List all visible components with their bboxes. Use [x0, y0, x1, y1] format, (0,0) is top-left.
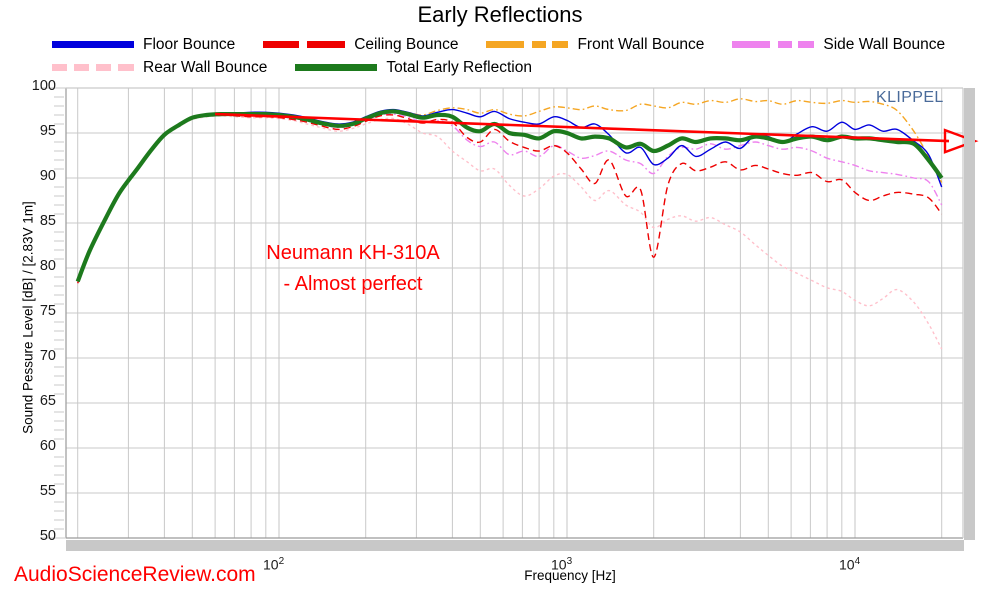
plot-area — [0, 0, 1000, 600]
x-axis-tick-label: 102 — [263, 556, 285, 573]
device-annotation-line2: - Almost perfect — [283, 273, 423, 295]
vertical-scrollbar[interactable] — [964, 88, 975, 540]
y-axis-tick-label: 80 — [39, 258, 56, 274]
y-axis-tick-label: 95 — [39, 123, 56, 139]
y-axis-tick-label: 85 — [39, 213, 56, 229]
klippel-watermark: KLIPPEL — [876, 89, 944, 106]
y-axis-tick-label: 65 — [39, 393, 56, 409]
device-annotation: Neumann KH-310A - Almost perfect — [188, 238, 518, 300]
x-axis-tick-label: 103 — [551, 556, 573, 573]
y-axis-tick-label: 55 — [39, 483, 56, 499]
y-axis-tick-label: 75 — [39, 303, 56, 319]
x-axis-tick-label: 104 — [839, 556, 861, 573]
y-axis-tick-label: 50 — [39, 528, 56, 544]
plot-svg — [40, 87, 979, 539]
y-axis-tick-label: 100 — [31, 78, 56, 94]
horizontal-scrollbar[interactable] — [66, 540, 964, 551]
device-annotation-line1: Neumann KH-310A — [266, 242, 440, 264]
y-axis-tick-label: 60 — [39, 438, 56, 454]
y-axis-tick-label: 90 — [39, 168, 56, 184]
asr-watermark: AudioScienceReview.com — [14, 563, 256, 586]
chart-root: Early Reflections Floor Bounce Ceiling Bo… — [0, 0, 1000, 600]
y-axis-tick-label: 70 — [39, 348, 56, 364]
